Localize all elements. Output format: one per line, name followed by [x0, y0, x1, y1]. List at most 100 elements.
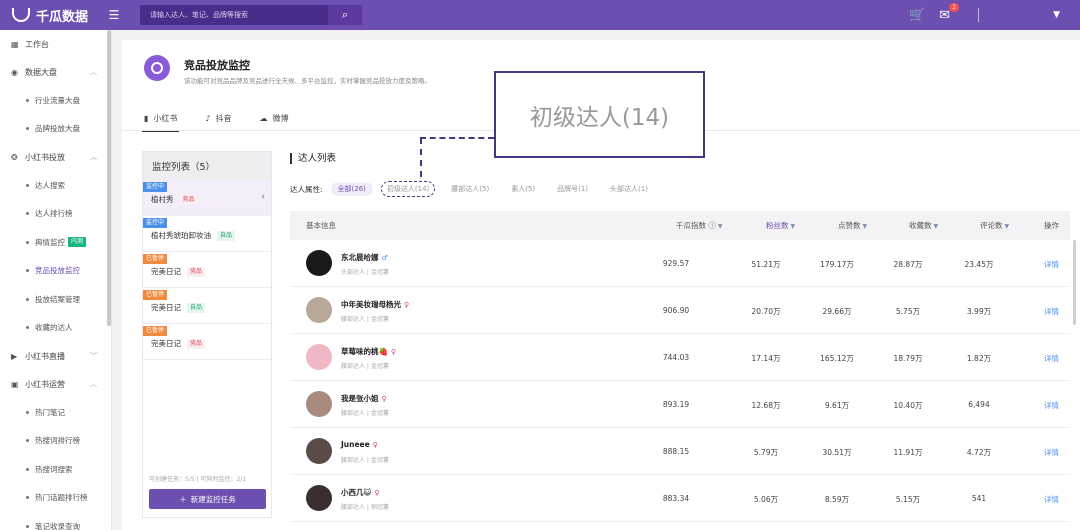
- cell-likes: 165.12万: [820, 354, 854, 363]
- sidebar-item-hot-topic-ranking[interactable]: 热门话题排行榜: [0, 484, 111, 513]
- monitor-item[interactable]: 已暂停 完美日记 自品: [143, 288, 271, 324]
- sidebar-group-xhs-live[interactable]: ▶ 小红书直播 ﹀: [0, 342, 111, 370]
- table-row[interactable]: 中年美妆瑞母杨光 ♀ 腰部达人 | 金冠薯 906.90 20.70万 29.66万 5.7…: [290, 287, 1070, 334]
- sidebar-item-label: 热门话题排行榜: [35, 493, 88, 503]
- monitor-item[interactable]: 已暂停 完美日记 竞品: [143, 252, 271, 288]
- monitor-item[interactable]: 监控中 植村秀琥珀卸妆油 自品: [143, 216, 271, 252]
- influencer-name[interactable]: 中年美妆瑞母杨光 ♀: [341, 299, 409, 310]
- sidebar-item-industry-traffic[interactable]: 行业流量大盘: [0, 86, 111, 115]
- table-row[interactable]: 东北晨哈娜 ♂ 头部达人 | 金冠薯 929.57 51.21万 179.17万 28.87…: [290, 240, 1070, 287]
- table-header: 基本信息 千瓜指数 ⓘ ▼ 粉丝数 ▼ 点赞数 ▼ 收藏数 ▼ 评论数 ▼ 操作: [290, 211, 1070, 240]
- sidebar-group-label: 小红书投放: [25, 152, 65, 162]
- detail-link[interactable]: 详情: [1044, 447, 1059, 458]
- filter-top-tier[interactable]: 头部达人(1): [603, 182, 655, 196]
- sidebar-item-competitor-monitor[interactable]: 竞品投放监控: [0, 257, 111, 286]
- filter-brand-account[interactable]: 品牌号(1): [550, 182, 595, 196]
- sort-icon: ▼: [790, 223, 796, 230]
- filter-junior[interactable]: 初级达人(14): [380, 181, 436, 197]
- cart-icon[interactable]: 🛒: [909, 8, 925, 23]
- sidebar-item-note-index[interactable]: 笔记收录查询: [0, 512, 111, 530]
- sidebar-item-favorites[interactable]: 收藏的达人: [0, 314, 111, 343]
- search-input[interactable]: [140, 5, 328, 25]
- detail-link[interactable]: 详情: [1044, 259, 1059, 270]
- bullet-dot: [26, 439, 29, 443]
- table-row[interactable]: 小西几😺 ♀ 腰部达人 | 铜冠薯 883.34 5.06万 8.59万 5.15万 541 详…: [290, 475, 1070, 522]
- sidebar-item-brand-dashboard[interactable]: 品牌投放大盘: [0, 115, 111, 144]
- sidebar-item-workbench[interactable]: ▦ 工作台: [0, 30, 111, 58]
- sidebar-item-influencer-search[interactable]: 达人搜索: [0, 171, 111, 200]
- own-brand-tag: 自品: [187, 302, 206, 313]
- detail-link[interactable]: 详情: [1044, 306, 1059, 317]
- filter-amateur[interactable]: 素人(5): [504, 182, 542, 196]
- sidebar-group-xhs-ops[interactable]: ▣ 小红书运营 ︿: [0, 370, 111, 398]
- avatar[interactable]: [306, 344, 332, 370]
- competitor-tag: 竞品: [187, 338, 206, 349]
- sidebar-item-hot-notes[interactable]: 热门笔记: [0, 398, 111, 427]
- book-icon: ▮: [144, 113, 149, 123]
- menu-collapse-icon[interactable]: ☰: [104, 8, 124, 22]
- bullet-dot: [26, 127, 29, 131]
- tab-douyin[interactable]: ♪ 抖音: [203, 108, 233, 128]
- page-description: 该功能可对竞品品牌及竞品进行全天候、多平台监控，实时掌握竞品投放力度及策略。: [184, 77, 431, 85]
- column-action: 操作: [1044, 221, 1059, 230]
- filter-all[interactable]: 全部(26): [330, 182, 373, 196]
- table-row[interactable]: 我是张小姐 ♀ 腰部达人 | 金冠薯 893.19 12.68万 9.61万 10.40万 6…: [290, 381, 1070, 428]
- influencer-name[interactable]: Juneee ♀: [341, 440, 378, 449]
- influencer-name[interactable]: 小西几😺 ♀: [341, 487, 379, 498]
- avatar[interactable]: [306, 485, 332, 511]
- table-scrollbar[interactable]: [1073, 240, 1076, 325]
- beta-badge: 内测: [68, 237, 87, 248]
- search-icon[interactable]: ⌕: [328, 5, 362, 25]
- cell-fans: 17.14万: [751, 354, 781, 363]
- influencer-name[interactable]: 草莓味的桃🍓 ♀: [341, 346, 396, 357]
- status-badge: 已暂停: [143, 326, 168, 336]
- detail-link[interactable]: 详情: [1044, 494, 1059, 505]
- avatar[interactable]: [306, 250, 332, 276]
- sidebar-group-dashboard[interactable]: ◉ 数据大盘 ︿: [0, 58, 111, 86]
- influencer-name-text: 草莓味的桃🍓: [341, 347, 388, 356]
- column-comments[interactable]: 评论数 ▼: [980, 220, 1009, 231]
- cell-index: 883.34: [662, 494, 690, 503]
- sidebar-item-hot-search[interactable]: 热搜词搜索: [0, 455, 111, 484]
- zoom-callout: 初级达人(14): [494, 71, 705, 158]
- detail-link[interactable]: 详情: [1044, 353, 1059, 364]
- influencer-name[interactable]: 东北晨哈娜 ♂: [341, 252, 388, 263]
- cell-comments: 3.99万: [966, 307, 992, 316]
- tab-weibo[interactable]: ☁ 微博: [258, 108, 291, 128]
- column-label: 点赞数: [838, 221, 861, 230]
- tab-label: 微博: [272, 113, 289, 123]
- new-monitor-task-button[interactable]: ＋新建监控任务: [149, 489, 266, 509]
- monitor-list-title: 监控列表（5）: [143, 152, 271, 180]
- monitor-item[interactable]: 监控中 植村秀 竞品 ›: [143, 180, 271, 216]
- sidebar-group-label: 小红书运营: [25, 379, 65, 389]
- table-row[interactable]: Juneee ♀ 腰部达人 | 金冠薯 888.15 5.79万 30.51万 11.91万…: [290, 428, 1070, 475]
- monitor-item[interactable]: 已暂停 完美日记 竞品: [143, 324, 271, 360]
- influencer-name[interactable]: 我是张小姐 ♀: [341, 393, 387, 404]
- tab-xiaohongshu[interactable]: ▮ 小红书: [142, 108, 180, 132]
- sidebar-item-influencer-ranking[interactable]: 达人排行榜: [0, 200, 111, 229]
- sidebar-item-label: 热门笔记: [35, 407, 65, 417]
- avatar[interactable]: [306, 438, 332, 464]
- sidebar-item-hot-search-ranking[interactable]: 热搜词排行榜: [0, 427, 111, 456]
- chevron-down-icon[interactable]: ▼: [1053, 10, 1060, 20]
- column-collects[interactable]: 收藏数 ▼: [909, 220, 938, 231]
- monitor-item-name: 植村秀: [151, 195, 174, 204]
- sidebar-item-label: 竞品投放监控: [35, 266, 80, 276]
- table-row[interactable]: 草莓味的桃🍓 ♀ 腰部达人 | 金冠薯 744.03 17.14万 165.12万 18.7…: [290, 334, 1070, 381]
- influencer-name-text: 小西几😺: [341, 488, 372, 497]
- column-likes[interactable]: 点赞数 ▼: [838, 220, 867, 231]
- cell-index: 929.57: [662, 259, 690, 268]
- sidebar-item-campaign-report[interactable]: 投放结案管理: [0, 285, 111, 314]
- column-fans[interactable]: 粉丝数 ▼: [766, 220, 795, 231]
- detail-link[interactable]: 详情: [1044, 400, 1059, 411]
- mail-icon[interactable]: ✉ 2: [939, 2, 960, 23]
- cell-comments: 1.82万: [966, 354, 992, 363]
- avatar[interactable]: [306, 297, 332, 323]
- filter-mid-tier[interactable]: 腰部达人(5): [444, 182, 496, 196]
- avatar[interactable]: [306, 391, 332, 417]
- sidebar-item-sentiment[interactable]: 舆情监控 内测: [0, 228, 111, 257]
- cell-collects: 5.15万: [895, 495, 921, 504]
- column-index[interactable]: 千瓜指数 ⓘ ▼: [676, 220, 723, 231]
- sidebar-group-xhs-ads[interactable]: ❂ 小红书投放 ︿: [0, 143, 111, 171]
- bullet-dot: [26, 496, 29, 500]
